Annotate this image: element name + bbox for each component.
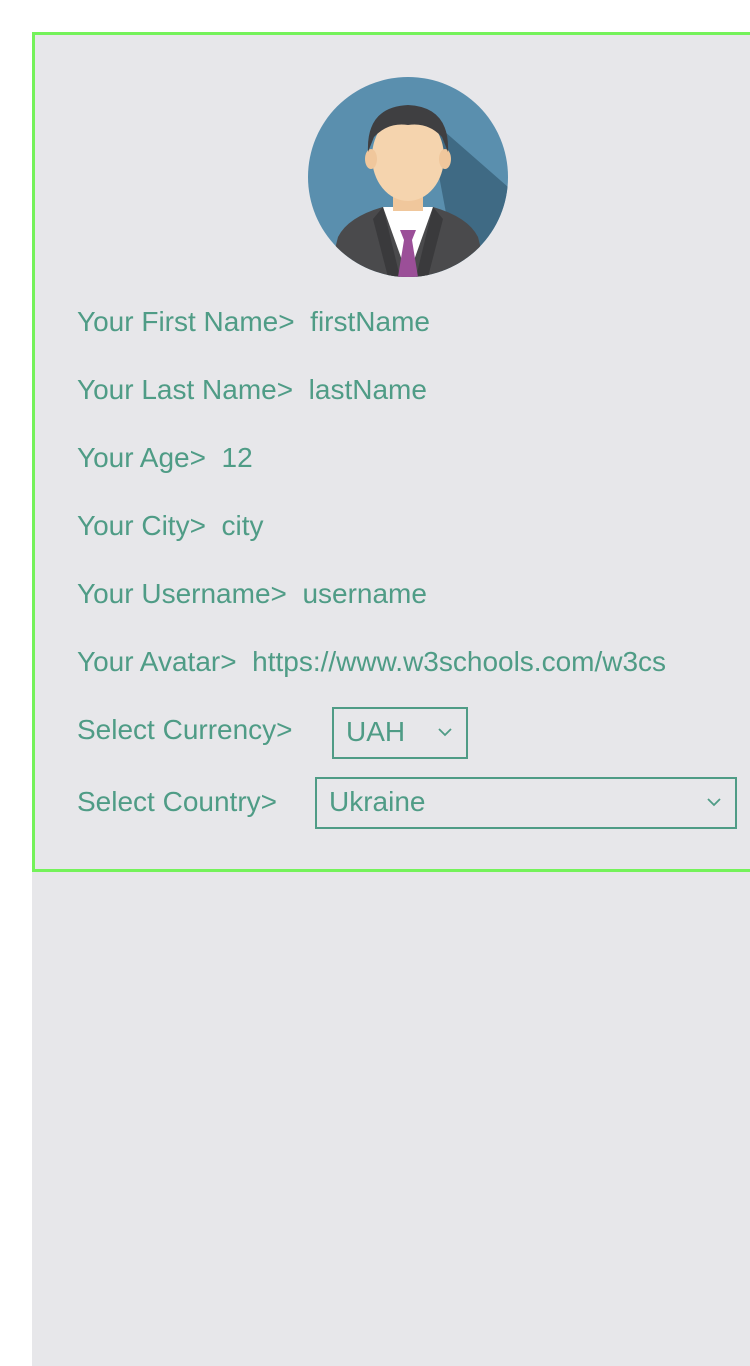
avatar-url-value: https://www.w3schools.com/w3cs <box>252 646 667 677</box>
currency-select[interactable]: UAH <box>332 707 468 759</box>
age-value: 12 <box>221 442 253 473</box>
first-name-value: firstName <box>310 306 430 337</box>
top-spacer <box>32 0 750 33</box>
country-selected-value: Ukraine <box>329 786 426 817</box>
last-name-value: lastName <box>308 374 427 405</box>
username-label: Your Username> <box>77 578 295 609</box>
chevron-down-icon <box>438 728 452 737</box>
avatar-url-row: Your Avatar> https://www.w3schools.com/w… <box>77 645 666 679</box>
first-name-row: Your First Name> firstName <box>77 305 430 339</box>
last-name-row: Your Last Name> lastName <box>77 373 427 407</box>
username-row: Your Username> username <box>77 577 427 611</box>
country-select[interactable]: Ukraine <box>315 777 737 829</box>
age-row: Your Age> 12 <box>77 441 253 475</box>
city-label: Your City> <box>77 510 214 541</box>
city-row: Your City> city <box>77 509 264 543</box>
first-name-label: Your First Name> <box>77 306 303 337</box>
currency-selected-value: UAH <box>346 716 406 747</box>
chevron-down-icon <box>707 798 721 807</box>
currency-label: Select Currency> <box>77 714 293 745</box>
age-label: Your Age> <box>77 442 214 473</box>
profile-card: Your First Name> firstName Your Last Nam… <box>32 32 750 872</box>
avatar-url-label: Your Avatar> <box>77 646 245 677</box>
country-label: Select Country> <box>77 786 277 817</box>
username-value: username <box>302 578 427 609</box>
city-value: city <box>221 510 264 541</box>
last-name-label: Your Last Name> <box>77 374 301 405</box>
user-avatar-icon <box>308 77 508 277</box>
